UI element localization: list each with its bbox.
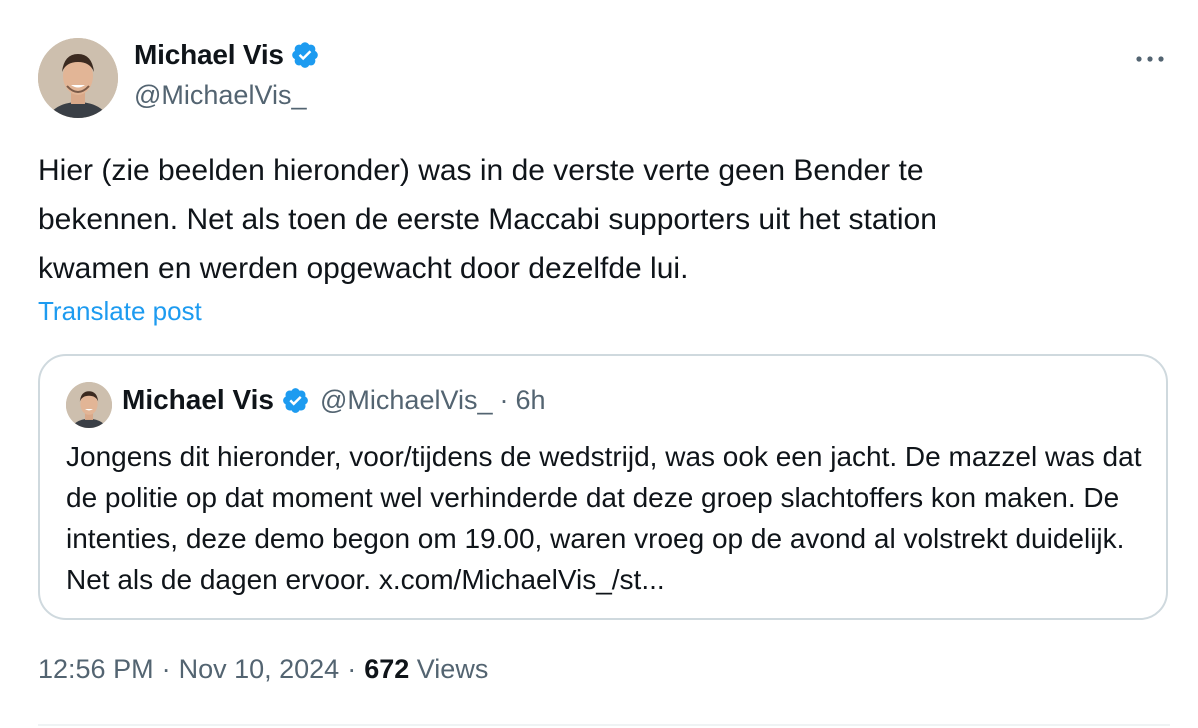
- more-options-button[interactable]: [1130, 44, 1170, 74]
- avatar-image: [38, 38, 118, 118]
- tweet-text: Hier (zie beelden hieronder) was in de v…: [38, 154, 937, 285]
- translate-post-link[interactable]: Translate post: [38, 296, 202, 327]
- author-name[interactable]: Michael Vis: [134, 39, 284, 71]
- verified-badge-icon: [283, 387, 308, 413]
- quote-author-name: Michael Vis: [122, 384, 275, 415]
- quote-author-handle: @MichaelVis_: [320, 384, 493, 415]
- quote-avatar-image: [66, 382, 112, 428]
- post-date[interactable]: Nov 10, 2024: [179, 654, 340, 685]
- author-name-row: Michael Vis: [134, 39, 320, 71]
- quote-text-block: Jongens dit hieronder, voor/tijdens de w…: [66, 436, 1156, 600]
- separator-dot: ·: [161, 654, 171, 684]
- quote-author-avatar: [66, 382, 112, 428]
- post-time[interactable]: 12:56 PM: [38, 654, 154, 685]
- tweet-card: Michael Vis @MichaelVis_ Hier (zie beeld…: [0, 0, 1198, 728]
- separator-dot: ·: [347, 654, 357, 684]
- more-horizontal-icon: [1136, 56, 1164, 62]
- divider: [38, 724, 1170, 726]
- views-stat[interactable]: 672 Views: [364, 654, 488, 685]
- quoted-tweet[interactable]: Michael Vis @MichaelVis_ · 6h Jongens di…: [38, 354, 1168, 620]
- quote-header: Michael Vis @MichaelVis_ · 6h: [122, 384, 546, 416]
- verified-badge-icon[interactable]: [290, 40, 320, 70]
- quote-link[interactable]: x.com/MichaelVis_/st...: [379, 564, 665, 595]
- views-label: Views: [416, 654, 489, 684]
- quote-timestamp: 6h: [515, 384, 546, 415]
- author-avatar[interactable]: [38, 38, 118, 118]
- author-handle[interactable]: @MichaelVis_: [134, 80, 306, 111]
- views-count: 672: [364, 654, 410, 684]
- separator-dot: ·: [499, 384, 509, 415]
- tweet-meta: 12:56 PM · Nov 10, 2024 · 672 Views: [38, 654, 488, 685]
